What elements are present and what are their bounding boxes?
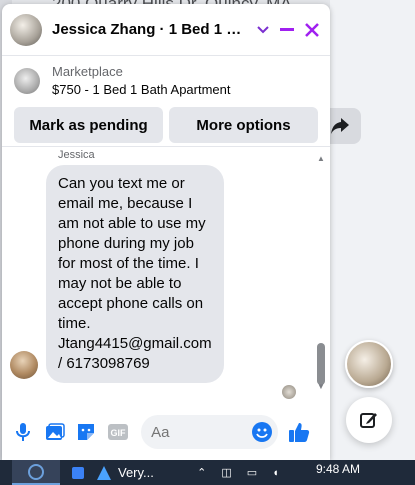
sticker-icon[interactable] <box>76 421 98 443</box>
message-scrollbar[interactable]: ▲ ▼ <box>316 155 326 391</box>
message-input-field[interactable] <box>151 423 252 441</box>
taskbar-app-active[interactable] <box>12 460 60 485</box>
chat-header: Jessica Zhang · 1 Bed 1 Bat... <box>2 4 330 56</box>
mark-as-pending-button[interactable]: Mark as pending <box>14 107 163 143</box>
app-icon <box>97 465 111 480</box>
sender-avatar <box>10 351 38 379</box>
listing-title[interactable]: $750 - 1 Bed 1 Bath Apartment <box>52 82 231 97</box>
chat-window: Jessica Zhang · 1 Bed 1 Bat... Marketpla… <box>2 4 330 460</box>
taskbar-spacer <box>0 460 12 485</box>
gif-icon[interactable]: GIF <box>107 421 129 443</box>
more-options-button[interactable]: More options <box>169 107 318 143</box>
tray-icons: ⌃ ◫ ▭ ◖ <box>197 467 285 479</box>
seen-indicator-avatar <box>282 385 296 399</box>
taskbar-app-label: Very... <box>118 465 154 480</box>
share-icon <box>331 118 349 134</box>
listing-card: Marketplace $750 - 1 Bed 1 Bath Apartmen… <box>2 56 330 156</box>
like-icon[interactable] <box>288 421 310 443</box>
chat-head-avatar[interactable] <box>345 340 393 388</box>
scroll-thumb[interactable] <box>317 343 325 385</box>
app-icon <box>28 463 44 480</box>
scroll-up-icon[interactable]: ▲ <box>316 155 326 163</box>
composer-bar: GIF <box>2 410 330 454</box>
taskbar: Very... ⌃ ◫ ▭ ◖ 9:48 AM <box>0 460 415 485</box>
close-button[interactable] <box>301 19 322 41</box>
background-right-panel <box>330 0 415 460</box>
message-bubble: Can you text me or email me, because I a… <box>46 165 224 383</box>
system-tray[interactable]: ⌃ ◫ ▭ ◖ <box>186 460 296 485</box>
image-icon[interactable] <box>44 421 66 443</box>
listing-thumbnail[interactable] <box>14 67 40 94</box>
new-message-button[interactable] <box>346 397 392 443</box>
minimize-icon <box>280 27 295 31</box>
mic-icon[interactable] <box>12 421 34 443</box>
message-input[interactable] <box>141 415 278 449</box>
taskbar-app-very[interactable]: Very... <box>96 460 186 485</box>
scroll-down-icon[interactable]: ▼ <box>316 383 326 391</box>
listing-source: Marketplace <box>52 64 123 79</box>
svg-text:GIF: GIF <box>111 428 127 438</box>
app-icon <box>72 466 84 479</box>
clock[interactable]: 9:48 AM <box>316 462 360 476</box>
taskbar-app[interactable] <box>60 460 96 485</box>
minimize-button[interactable] <box>277 19 298 41</box>
close-icon <box>304 22 319 37</box>
emoji-icon[interactable] <box>251 422 272 442</box>
contact-avatar[interactable] <box>10 13 42 46</box>
message-list: Jessica Can you text me or email me, bec… <box>2 146 330 399</box>
chat-title[interactable]: Jessica Zhang · 1 Bed 1 Bat... <box>52 21 248 38</box>
compose-icon <box>360 413 377 428</box>
message-sender: Jessica <box>58 149 95 161</box>
chevron-down-icon[interactable] <box>252 19 273 41</box>
